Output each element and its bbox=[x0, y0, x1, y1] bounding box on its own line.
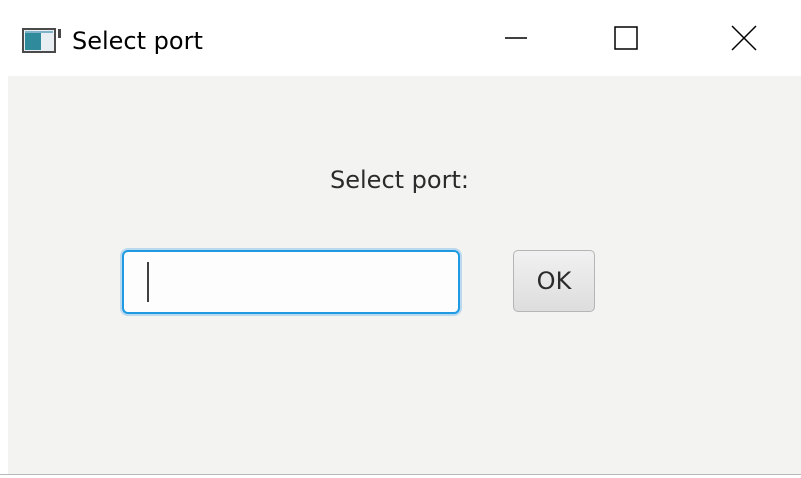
app-window-icon bbox=[22, 27, 62, 55]
dialog-content: Select port: OK bbox=[8, 76, 801, 474]
select-port-label: Select port: bbox=[8, 164, 801, 196]
close-icon bbox=[731, 25, 757, 55]
window-title: Select port bbox=[72, 27, 203, 55]
prompt-text: Select port: bbox=[330, 166, 469, 194]
select-port-window: Select port Select port: OK bbox=[0, 0, 801, 478]
maximize-icon bbox=[614, 26, 638, 54]
port-input[interactable] bbox=[122, 250, 460, 314]
ok-button[interactable]: OK bbox=[513, 250, 595, 312]
window-bottom-border bbox=[0, 474, 801, 478]
text-caret bbox=[147, 262, 149, 302]
maximize-button[interactable] bbox=[596, 14, 656, 66]
title-bar[interactable]: Select port bbox=[0, 0, 801, 76]
minimize-button[interactable] bbox=[486, 14, 546, 66]
minimize-icon bbox=[505, 27, 527, 53]
close-button[interactable] bbox=[714, 14, 774, 66]
